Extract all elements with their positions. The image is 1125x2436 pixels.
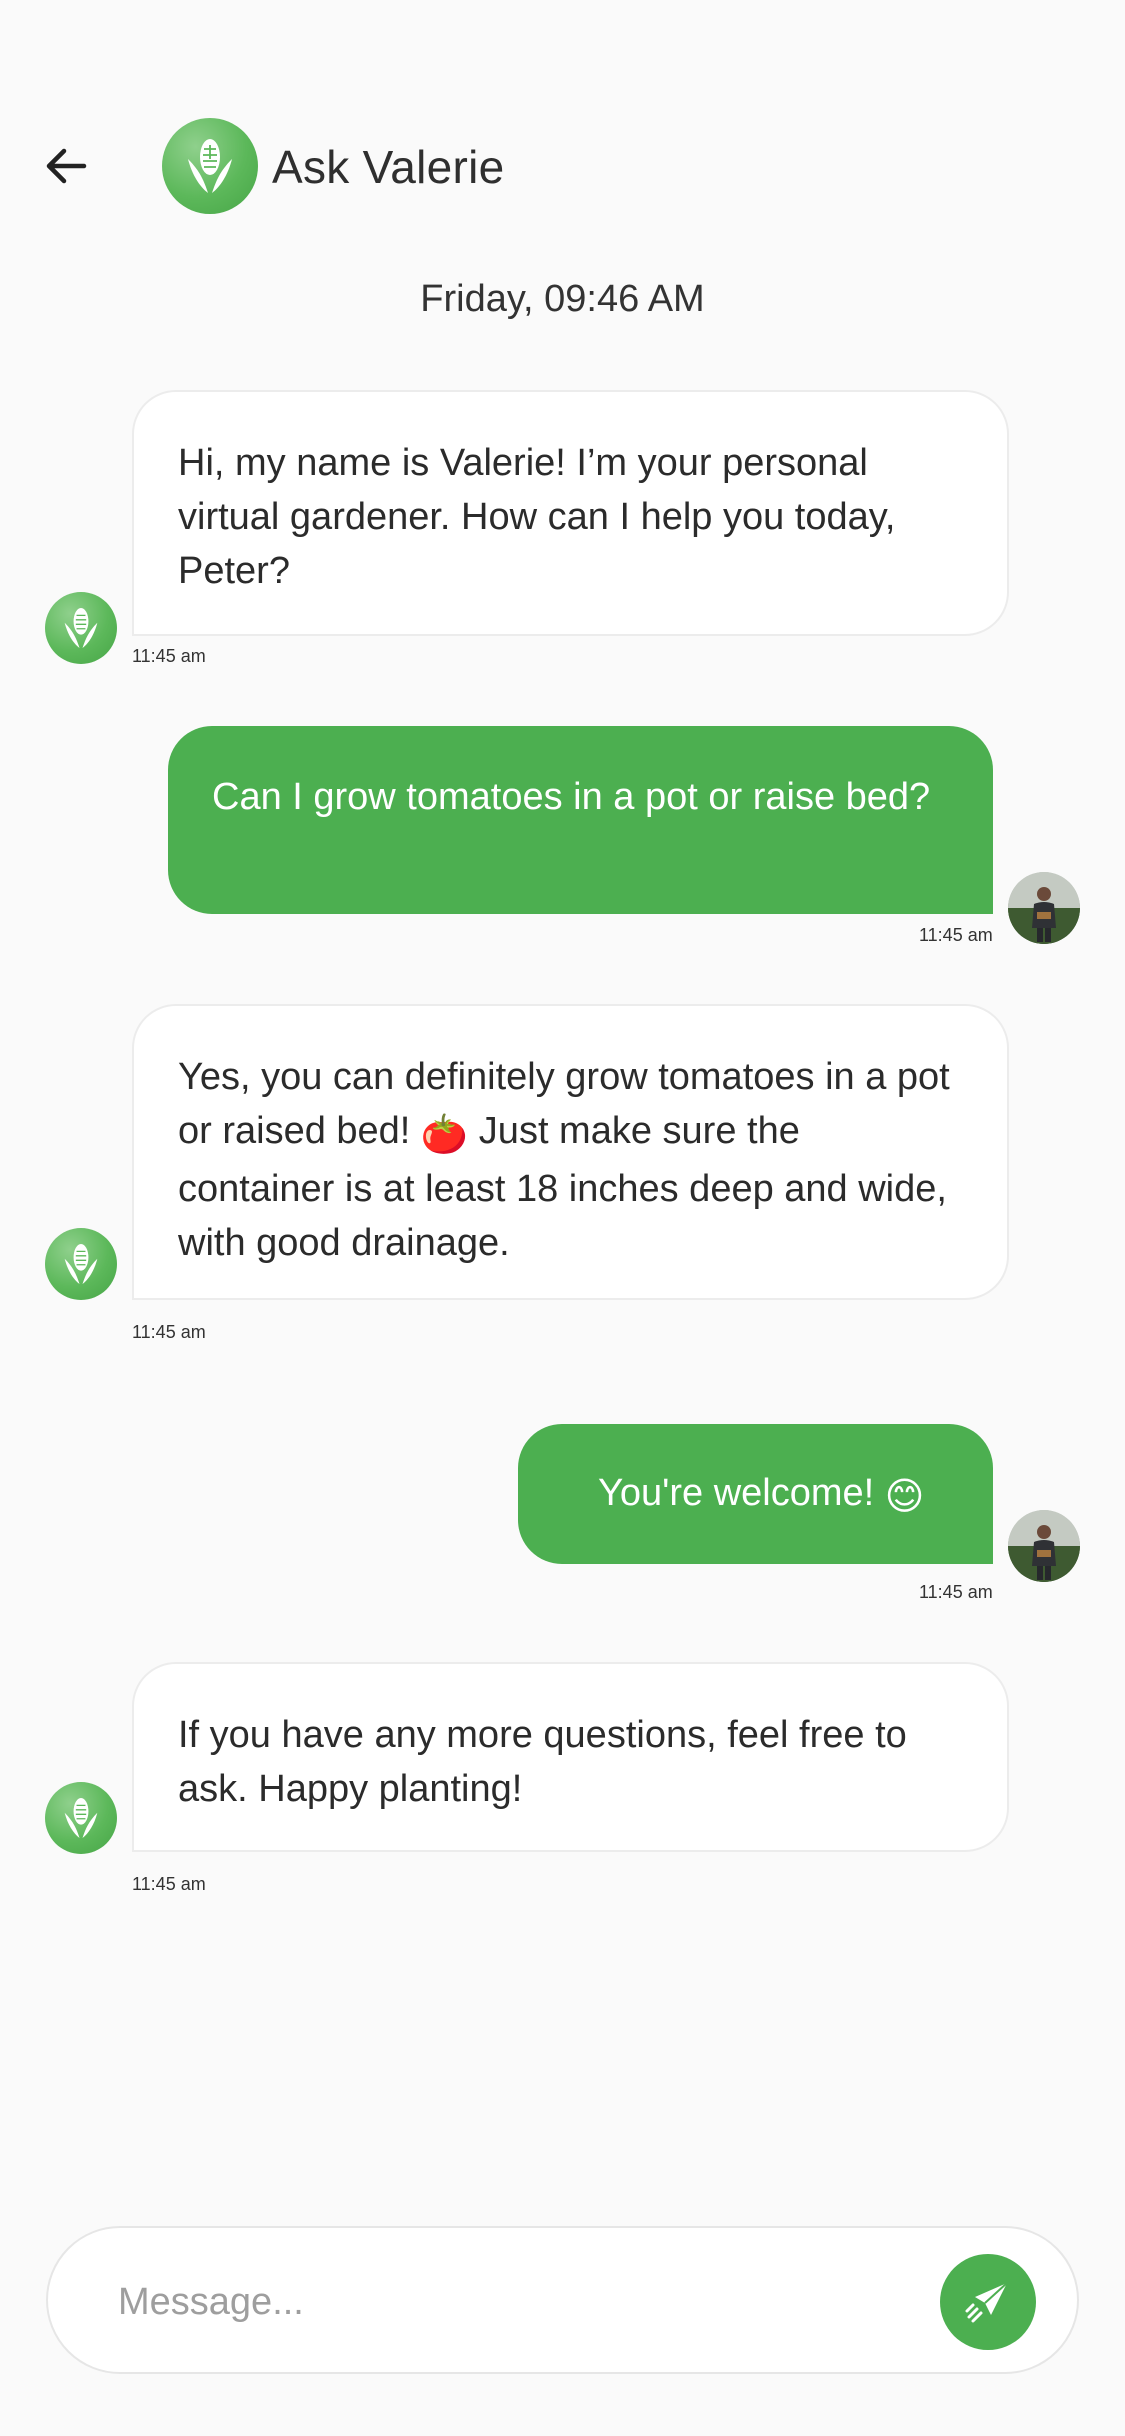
corn-icon [64, 1797, 98, 1839]
smile-emoji: 😊 [884, 1476, 925, 1518]
corn-icon [64, 1243, 98, 1285]
chat-header: Ask Valerie [0, 110, 1125, 220]
user-avatar [1008, 1510, 1080, 1582]
bot-message-bubble: Hi, my name is Valerie! I’m your persona… [132, 390, 1009, 636]
user-photo-icon [1008, 872, 1080, 944]
user-avatar [1008, 872, 1080, 944]
bot-avatar-large [162, 118, 258, 214]
send-rocket-icon [965, 2282, 1008, 2323]
bot-avatar [45, 1228, 117, 1300]
bot-message-bubble: If you have any more questions, feel fre… [132, 1662, 1009, 1852]
chat-screen: Ask Valerie Friday, 09:46 AM Hi, my name… [0, 0, 1125, 2436]
message-text: You're welcome! [598, 1472, 885, 1514]
tomato-emoji: 🍅 [420, 1114, 469, 1156]
bot-message-bubble: Yes, you can definitely grow tomatoes in… [132, 1004, 1009, 1300]
message-timestamp: 11:45 am [919, 925, 993, 945]
message-timestamp: 11:45 am [132, 646, 206, 666]
arrow-left-icon [46, 148, 87, 184]
message-text: Can I grow tomatoes in a pot or raise be… [212, 776, 931, 818]
send-button[interactable] [940, 2254, 1036, 2350]
corn-icon [64, 607, 98, 649]
user-message-bubble: Can I grow tomatoes in a pot or raise be… [168, 726, 993, 914]
back-button[interactable] [36, 136, 96, 196]
chat-title: Ask Valerie [272, 141, 505, 193]
message-timestamp: 11:45 am [919, 1582, 993, 1602]
date-divider: Friday, 09:46 AM [420, 278, 705, 320]
bot-avatar [45, 592, 117, 664]
corn-icon [188, 139, 232, 193]
message-composer [46, 2226, 1079, 2374]
message-text: Hi, my name is Valerie! I’m your persona… [178, 442, 896, 592]
message-text: If you have any more questions, feel fre… [178, 1714, 907, 1810]
user-photo-icon [1008, 1510, 1080, 1582]
message-timestamp: 11:45 am [132, 1874, 206, 1894]
user-message-bubble: You're welcome! 😊 [518, 1424, 993, 1564]
bot-avatar [45, 1782, 117, 1854]
message-input[interactable] [118, 2262, 918, 2342]
message-timestamp: 11:45 am [132, 1322, 206, 1342]
